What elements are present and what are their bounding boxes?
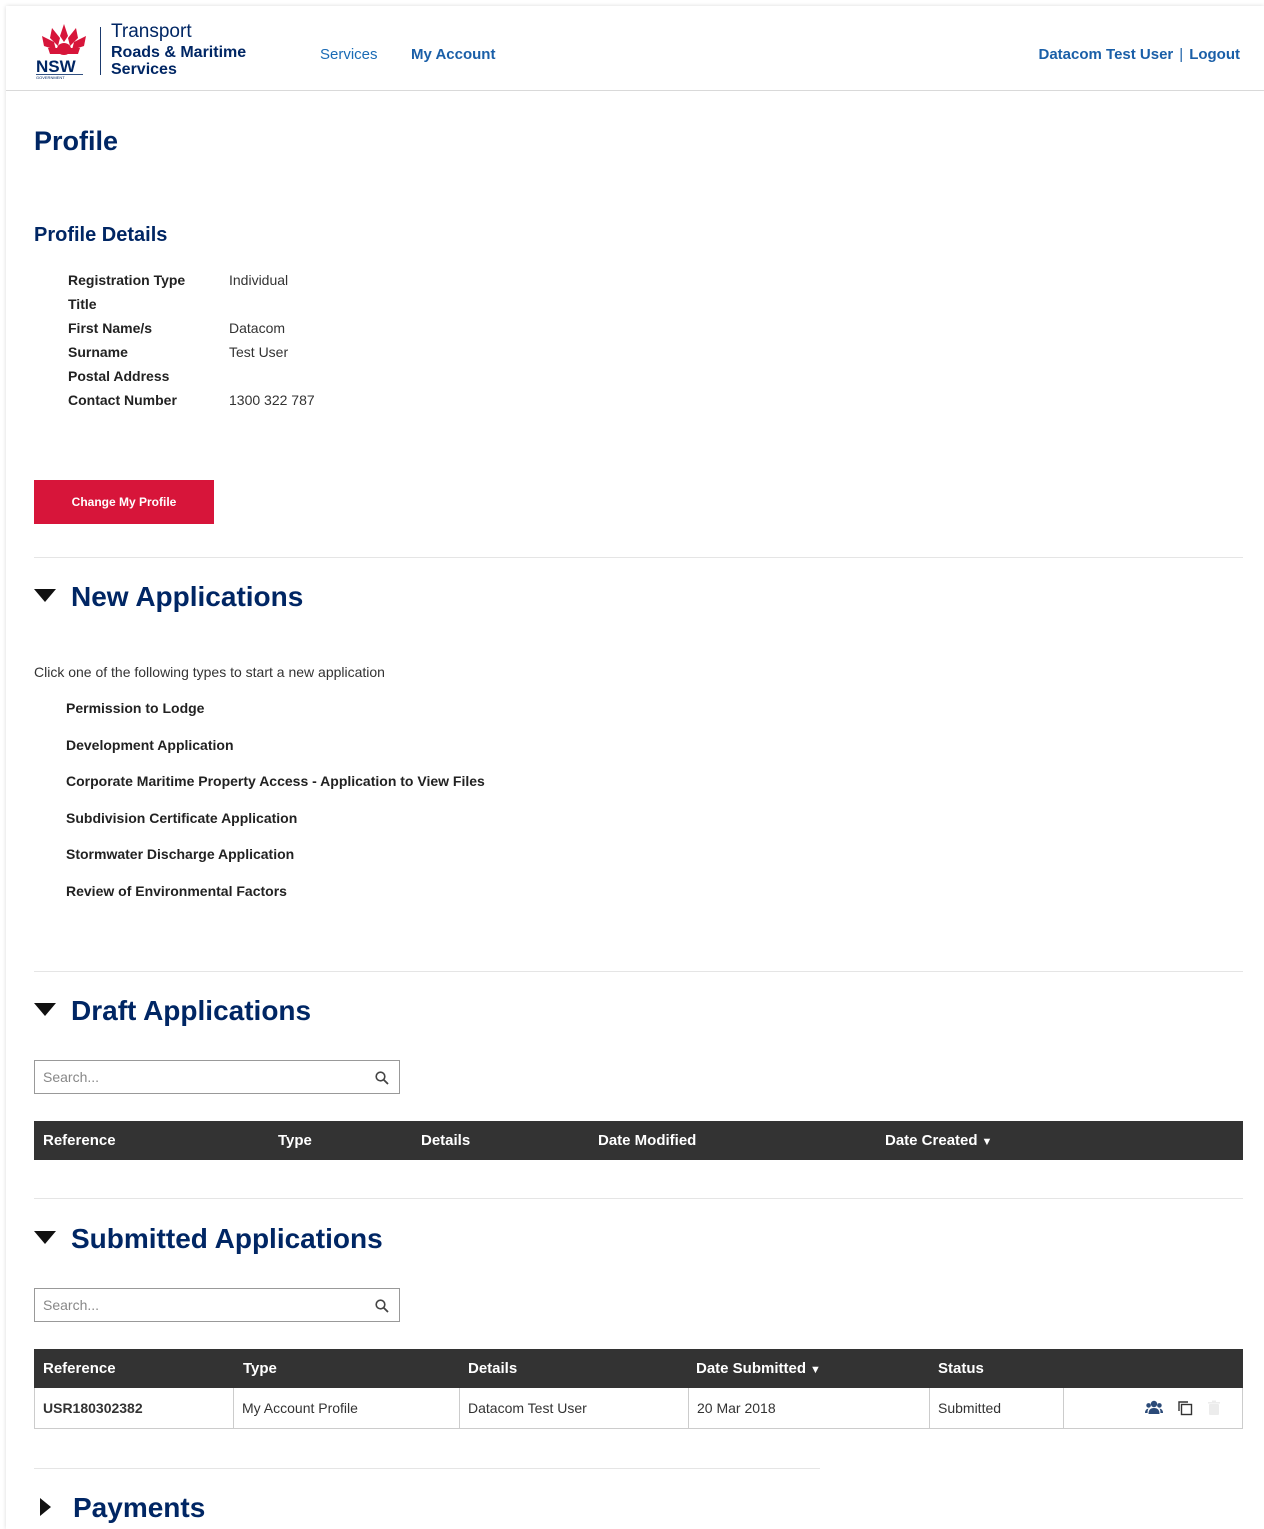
- trash-icon[interactable]: [1205, 1399, 1223, 1417]
- section-divider: [34, 1198, 1243, 1199]
- logo-divider: [100, 27, 101, 75]
- section-divider: [34, 1468, 820, 1469]
- collapse-triangle-icon: [34, 1003, 56, 1016]
- users-icon[interactable]: [1145, 1399, 1163, 1417]
- logo-services: Services: [111, 61, 177, 78]
- logout-link[interactable]: Logout: [1189, 46, 1240, 63]
- user-separator: |: [1179, 46, 1184, 63]
- cell-details: Datacom Test User: [460, 1388, 689, 1428]
- user-area: Datacom Test User | Logout: [1039, 46, 1241, 63]
- draft-search-input[interactable]: [35, 1061, 365, 1093]
- column-header-type[interactable]: Type: [278, 1121, 312, 1160]
- section-divider: [34, 557, 1243, 558]
- column-header-date-submitted[interactable]: Date Submitted ▼: [696, 1349, 821, 1388]
- profile-value: Datacom: [229, 320, 286, 336]
- new-applications-title: New Applications: [71, 581, 304, 612]
- government-wordmark: GOVERNMENT: [36, 75, 65, 80]
- site-header: NSW GOVERNMENT Transport Roads & Maritim…: [6, 6, 1264, 91]
- sort-desc-icon: ▼: [810, 1364, 821, 1376]
- column-header-details[interactable]: Details: [421, 1121, 470, 1160]
- nsw-transport-logo[interactable]: NSW GOVERNMENT Transport Roads & Maritim…: [34, 22, 264, 80]
- search-icon[interactable]: [375, 1299, 389, 1313]
- profile-label: First Name/s: [68, 320, 153, 336]
- profile-label: Surname: [68, 344, 128, 360]
- profile-details-heading: Profile Details: [34, 224, 168, 246]
- app-type-review-of-environmental-factors[interactable]: Review of Environmental Factors: [66, 883, 287, 899]
- payments-title: Payments: [73, 1492, 206, 1523]
- app-type-permission-to-lodge[interactable]: Permission to Lodge: [66, 700, 204, 716]
- payments-heading[interactable]: Payments: [34, 1490, 205, 1526]
- submitted-table-header: Reference Type Details Date Submitted ▼ S…: [34, 1349, 1243, 1388]
- table-row[interactable]: USR180302382 My Account Profile Datacom …: [34, 1388, 1243, 1429]
- app-type-development-application[interactable]: Development Application: [66, 737, 234, 753]
- cell-reference[interactable]: USR180302382: [35, 1388, 234, 1428]
- nsw-wordmark: NSW: [36, 57, 77, 76]
- profile-value: 1300 322 787: [229, 392, 315, 408]
- column-header-date-modified[interactable]: Date Modified: [598, 1121, 696, 1160]
- new-applications-heading[interactable]: New Applications: [34, 579, 303, 615]
- draft-applications-heading[interactable]: Draft Applications: [34, 993, 311, 1029]
- new-applications-intro: Click one of the following types to star…: [34, 664, 385, 680]
- app-type-subdivision-certificate[interactable]: Subdivision Certificate Application: [66, 810, 297, 826]
- submitted-search-input[interactable]: [35, 1289, 365, 1321]
- column-header-details[interactable]: Details: [468, 1349, 517, 1388]
- search-icon[interactable]: [375, 1071, 389, 1085]
- app-type-corporate-maritime-property-access[interactable]: Corporate Maritime Property Access - App…: [66, 773, 485, 789]
- change-my-profile-button[interactable]: Change My Profile: [34, 480, 214, 524]
- column-header-date-created[interactable]: Date Created ▼: [885, 1121, 992, 1160]
- column-header-status[interactable]: Status: [938, 1349, 984, 1388]
- collapse-triangle-icon: [34, 589, 56, 602]
- nav-services[interactable]: Services: [320, 46, 378, 63]
- logo-roads-maritime: Roads & Maritime: [111, 44, 247, 61]
- nav-my-account[interactable]: My Account: [411, 46, 495, 63]
- column-header-label: Date Created: [885, 1132, 978, 1149]
- user-name-link[interactable]: Datacom Test User: [1039, 46, 1174, 63]
- section-divider: [34, 971, 1243, 972]
- profile-label: Registration Type: [68, 272, 186, 288]
- app-type-stormwater-discharge[interactable]: Stormwater Discharge Application: [66, 846, 294, 862]
- collapse-triangle-icon: [34, 1231, 56, 1244]
- draft-applications-title: Draft Applications: [71, 995, 312, 1026]
- expand-triangle-icon: [40, 1498, 51, 1516]
- profile-label: Title: [68, 296, 97, 312]
- profile-label: Postal Address: [68, 368, 170, 384]
- column-header-reference[interactable]: Reference: [43, 1121, 116, 1160]
- column-header-label: Date Submitted: [696, 1360, 807, 1377]
- column-header-type[interactable]: Type: [243, 1349, 277, 1388]
- copy-icon[interactable]: [1176, 1399, 1194, 1417]
- profile-value: Test User: [229, 344, 289, 360]
- sort-desc-icon: ▼: [981, 1136, 993, 1148]
- page-title: Profile: [34, 126, 119, 156]
- waratah-icon: NSW GOVERNMENT: [36, 24, 86, 80]
- logo-transport: Transport: [111, 21, 192, 42]
- submitted-applications-title: Submitted Applications: [71, 1223, 383, 1254]
- cell-status: Submitted: [930, 1388, 1064, 1428]
- column-header-reference[interactable]: Reference: [43, 1349, 116, 1388]
- profile-value: Individual: [229, 272, 289, 288]
- draft-table-header: Reference Type Details Date Modified Dat…: [34, 1121, 1243, 1160]
- row-actions: [1063, 1388, 1243, 1428]
- submitted-applications-heading[interactable]: Submitted Applications: [34, 1221, 383, 1257]
- submitted-search-box: [34, 1288, 400, 1322]
- cell-type: My Account Profile: [234, 1388, 460, 1428]
- profile-label: Contact Number: [68, 392, 177, 408]
- cell-date-submitted: 20 Mar 2018: [689, 1388, 930, 1428]
- draft-search-box: [34, 1060, 400, 1094]
